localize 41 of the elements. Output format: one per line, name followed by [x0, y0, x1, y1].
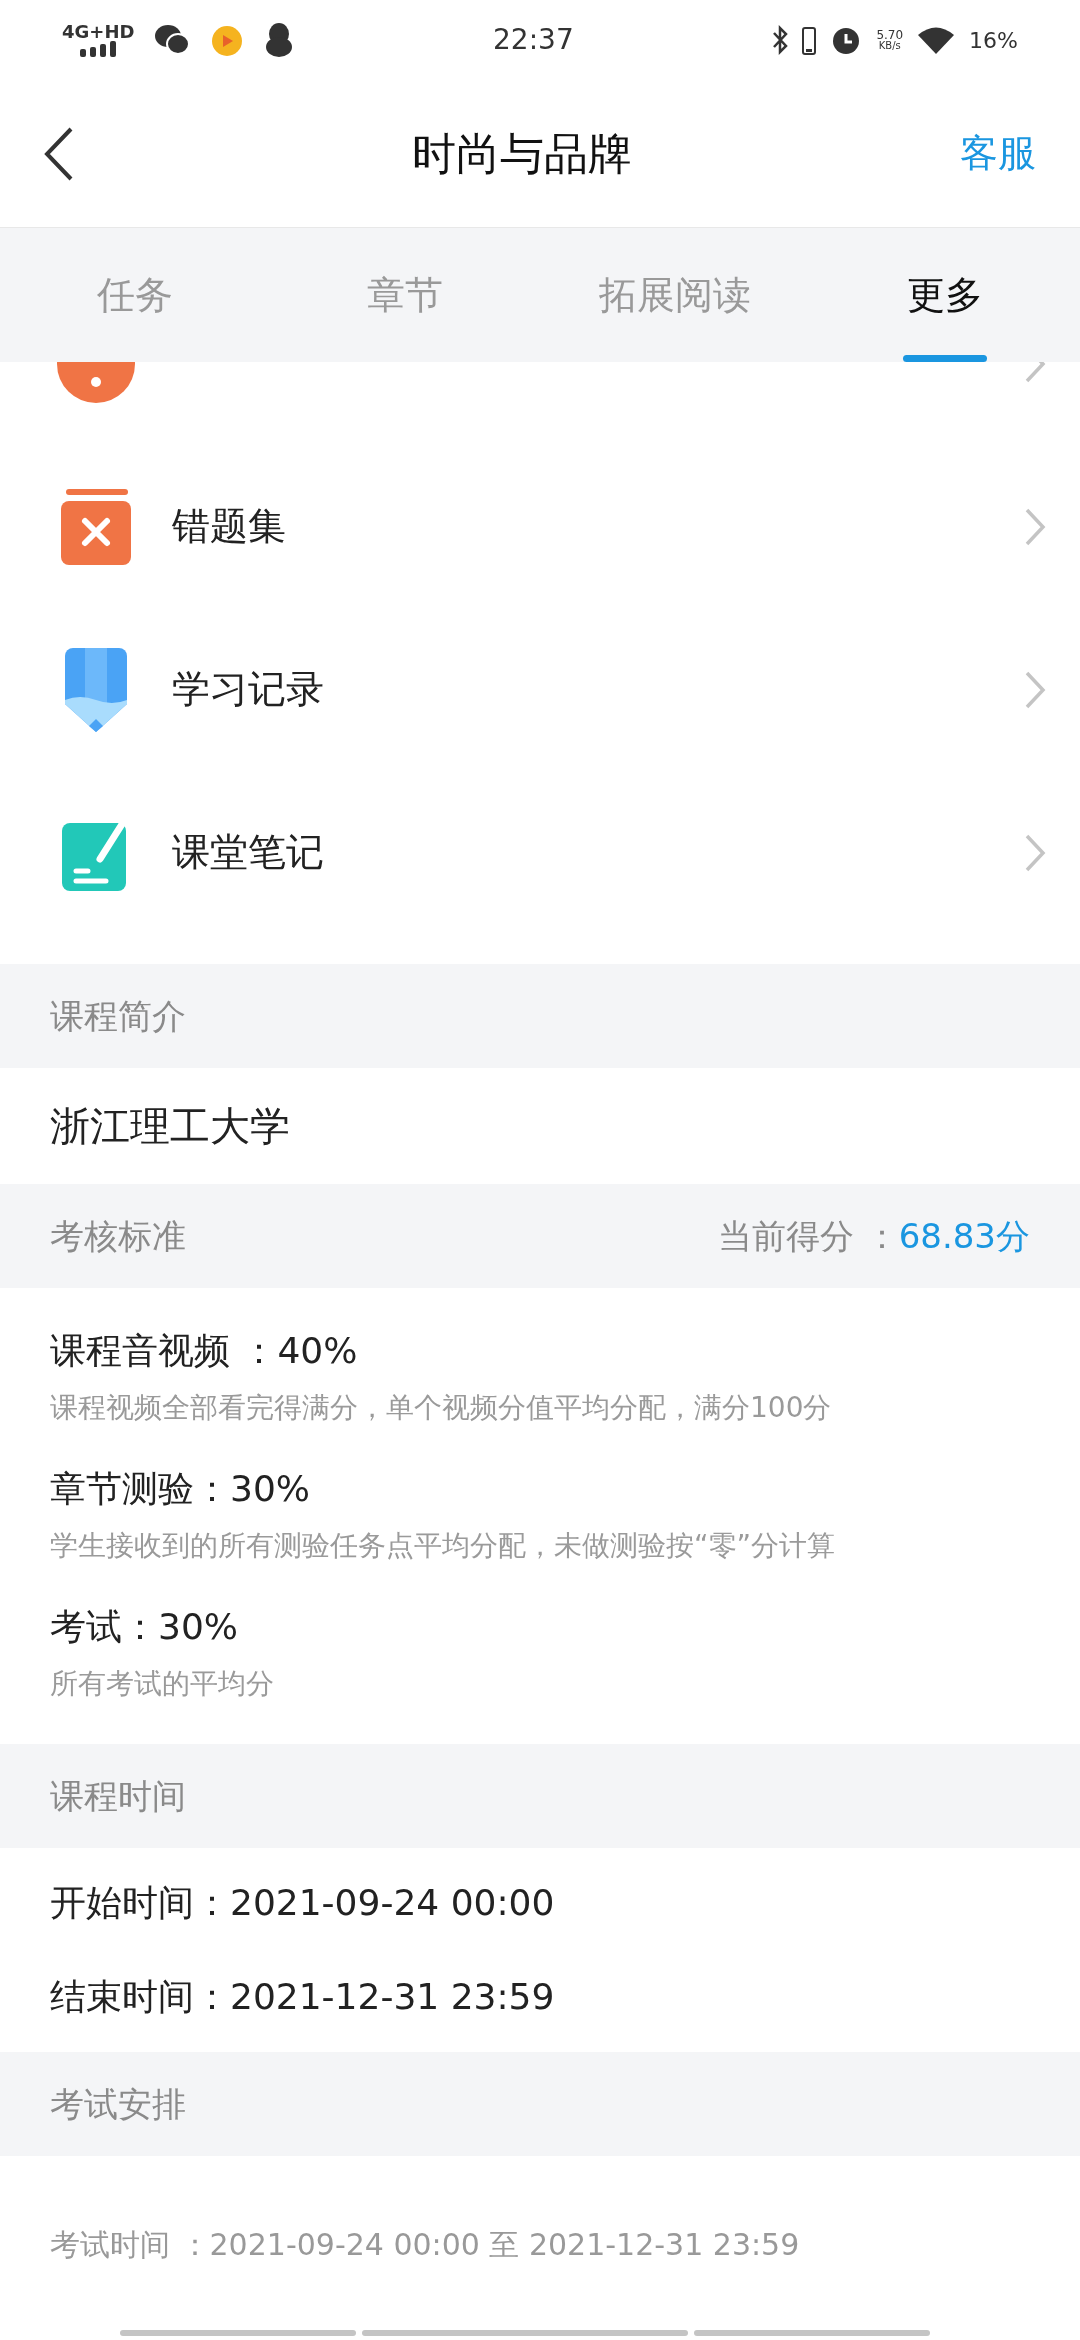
- pencil-icon: [65, 647, 127, 732]
- menu-item-label: 课堂笔记: [172, 829, 324, 876]
- criterion-title: 章节测验：30%: [50, 1467, 311, 1511]
- menu-item-label: 学习记录: [172, 666, 324, 713]
- chevron-right-icon: [1024, 832, 1046, 873]
- criterion-description: 所有考试的平均分: [50, 1666, 275, 1702]
- section-title: 考试安排: [50, 2082, 186, 2126]
- menu-item[interactable]: 学习记录: [0, 608, 1080, 771]
- menu-item[interactable]: 错题集: [0, 445, 1080, 608]
- criterion-description: 学生接收到的所有测验任务点平均分配，未做测验按“零”分计算: [50, 1528, 836, 1564]
- bluetooth-icon: [772, 25, 789, 55]
- score-value: 68.83分: [898, 1214, 1030, 1258]
- score-label: 当前得分 ：: [717, 1214, 899, 1258]
- battery-percent: 16%: [969, 26, 1018, 55]
- section-title: 考核标准: [50, 1214, 186, 1258]
- chevron-right-icon: [1024, 669, 1046, 710]
- time-row-text: 开始时间：2021-09-24 00:00: [50, 1881, 556, 1925]
- page-title: 时尚与品牌: [412, 126, 632, 181]
- time-row-text: 结束时间：2021-12-31 23:59: [50, 1975, 556, 2019]
- speed-value: 5.70: [876, 29, 904, 41]
- signal-icon: [78, 41, 119, 57]
- tab[interactable]: 更多: [810, 228, 1080, 362]
- chat-bubbles-icon: [154, 24, 191, 56]
- criterion-description: 课程视频全部看完得满分，单个视频分值平均分配，满分100分: [50, 1390, 833, 1426]
- menu-item-label: 错题集: [172, 503, 286, 550]
- clock-time: 22:37: [493, 22, 574, 58]
- menu-item[interactable]: 课堂笔记: [0, 771, 1080, 934]
- wifi-icon: [917, 26, 956, 54]
- chevron-right-icon: [1024, 506, 1046, 547]
- back-icon: [44, 126, 74, 181]
- section-title: 课程简介: [50, 994, 186, 1038]
- app-icon: [210, 24, 245, 56]
- battery-icon: [802, 25, 817, 55]
- network-label: 4G+HD: [62, 23, 135, 41]
- speed-unit: KB/s: [878, 41, 901, 51]
- section-title: 课程时间: [50, 1774, 186, 1818]
- exam-time: 考试时间 ：2021-09-24 00:00 至 2021-12-31 23:59: [50, 2227, 800, 2262]
- criterion-title: 课程音视频 ：40%: [50, 1329, 359, 1373]
- error-book-icon: [61, 488, 131, 565]
- school-name: 浙江理工大学: [50, 1102, 290, 1151]
- criterion-title: 考试：30%: [50, 1605, 239, 1649]
